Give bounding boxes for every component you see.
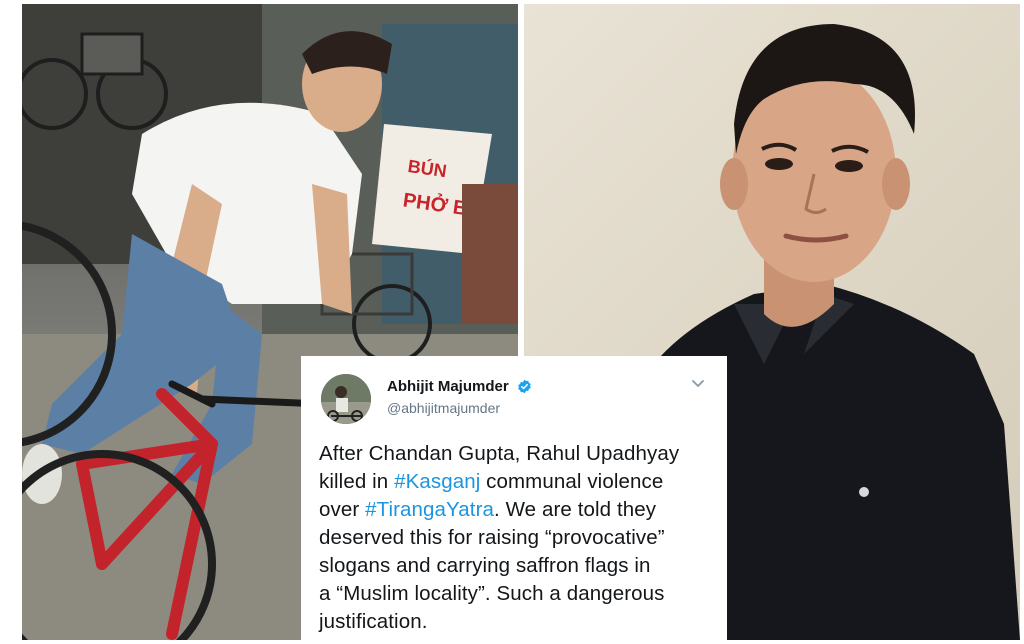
tweet-line: deserved this for raising “provocative” bbox=[319, 524, 709, 552]
tweet-text-segment: over bbox=[319, 498, 366, 521]
avatar-photo-icon bbox=[321, 374, 371, 424]
tweet-line: killed in #Kasganj communal violence bbox=[319, 468, 709, 496]
hashtag-kasganj-link[interactable]: #Kasganj bbox=[394, 470, 480, 493]
tweet-line: a “Muslim locality”. Such a dangerous bbox=[319, 580, 709, 608]
tweet-text: After Chandan Gupta, Rahul Upadhyay kill… bbox=[319, 440, 709, 636]
tweet-text-segment: communal violence bbox=[480, 470, 664, 493]
tweet-text-segment: justification. bbox=[319, 610, 428, 633]
tweet-text-segment: a “Muslim locality”. Such a dangerous bbox=[319, 582, 665, 605]
tweet-text-segment: deserved this for raising “provocative” bbox=[319, 526, 665, 549]
verified-badge-icon bbox=[517, 379, 532, 394]
tweet-text-segment: killed in bbox=[319, 470, 395, 493]
collage: BÚN PHỞ BÒ Abhijit Majumder @abhijitmaju… bbox=[0, 0, 1024, 644]
user-handle[interactable]: @abhijitmajumder bbox=[387, 400, 532, 416]
chevron-down-icon[interactable] bbox=[691, 376, 705, 390]
tweet-text-segment: . We are told they bbox=[494, 498, 657, 521]
tweet-header: Abhijit Majumder @abhijitmajumder bbox=[319, 370, 709, 428]
display-name[interactable]: Abhijit Majumder bbox=[387, 378, 509, 395]
avatar[interactable] bbox=[321, 374, 371, 424]
hashtag-tirangayatra-link[interactable]: #TirangaYatra bbox=[365, 498, 494, 521]
tweet-text-segment: slogans and carrying saffron flags in bbox=[319, 554, 651, 577]
tweet-text-segment: After Chandan Gupta, Rahul Upadhyay bbox=[319, 442, 680, 465]
tweet-line: slogans and carrying saffron flags in bbox=[319, 552, 709, 580]
tweet-line: justification. bbox=[319, 608, 709, 636]
tweet-line: over #TirangaYatra. We are told they bbox=[319, 496, 709, 524]
tweet-author: Abhijit Majumder @abhijitmajumder bbox=[387, 378, 532, 416]
tweet-card: Abhijit Majumder @abhijitmajumder After … bbox=[301, 356, 727, 640]
tweet-line: After Chandan Gupta, Rahul Upadhyay bbox=[319, 440, 709, 468]
